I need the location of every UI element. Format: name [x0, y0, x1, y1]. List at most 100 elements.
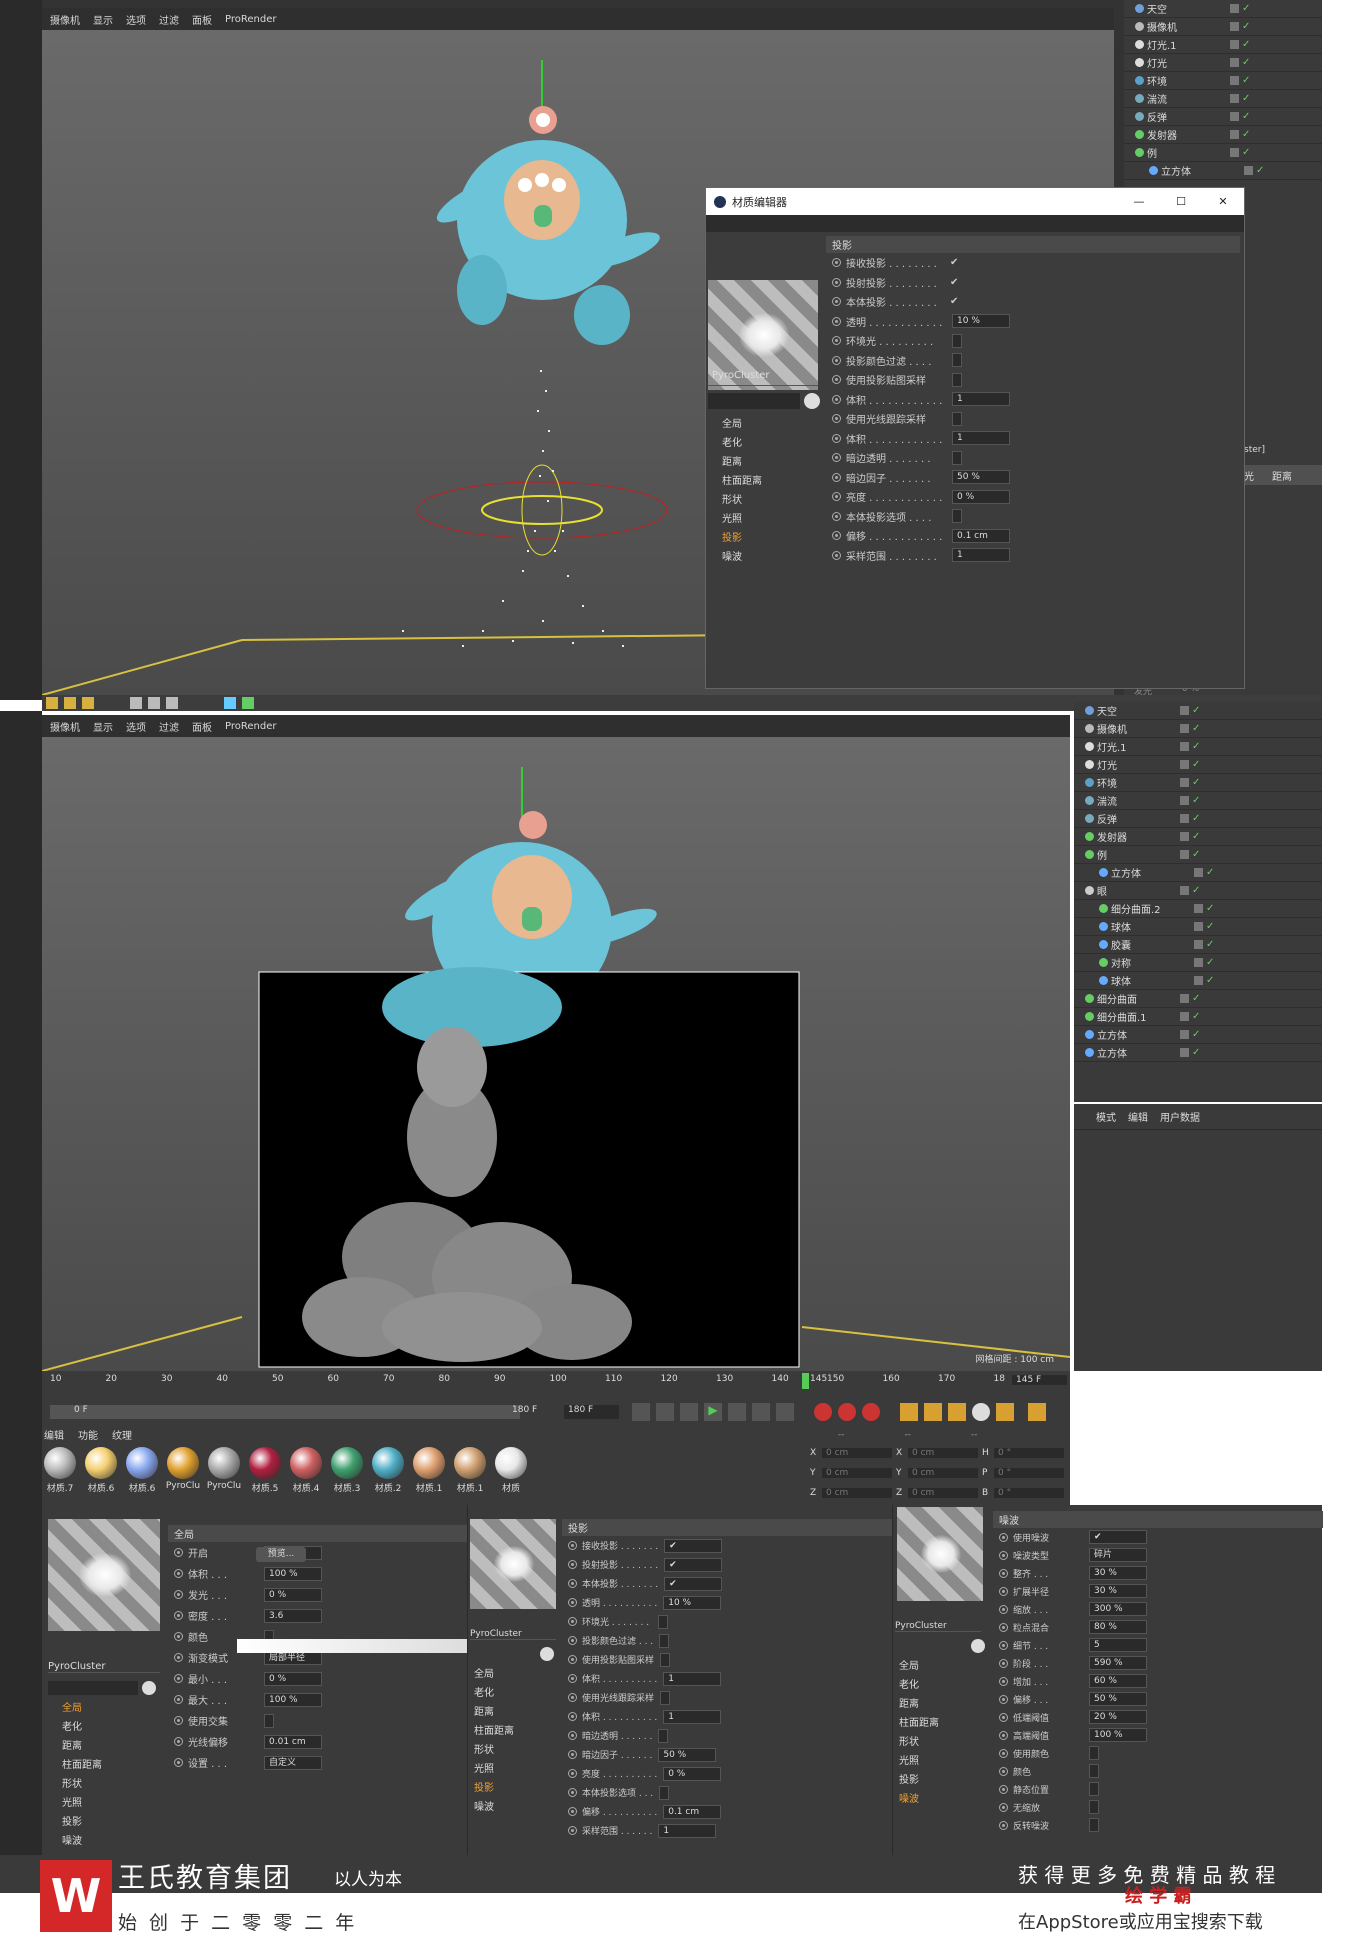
animate-radio-icon[interactable]	[174, 1611, 183, 1620]
visibility-icon[interactable]	[1230, 22, 1239, 31]
next-key-icon[interactable]	[752, 1403, 770, 1421]
param-value[interactable]: 50 %	[952, 470, 1010, 485]
param-value[interactable]: 100 %	[1089, 1728, 1147, 1742]
animate-radio-icon[interactable]	[832, 355, 841, 365]
coord-value[interactable]: 0 °	[994, 1448, 1064, 1458]
param-value[interactable]	[952, 450, 962, 465]
enabled-check-icon[interactable]: ✓	[1242, 93, 1250, 104]
channel-item[interactable]: 形状	[885, 1731, 985, 1750]
visibility-icon[interactable]	[1194, 922, 1203, 931]
enabled-check-icon[interactable]: ✓	[1242, 75, 1250, 86]
animate-radio-icon[interactable]	[568, 1712, 577, 1721]
animate-radio-icon[interactable]	[832, 472, 841, 482]
material-swatch[interactable]: 材质.3	[329, 1447, 365, 1494]
animate-radio-icon[interactable]	[568, 1636, 577, 1645]
enabled-check-icon[interactable]: ✓	[1242, 129, 1250, 140]
material-swatch[interactable]: 材质.7	[42, 1447, 78, 1494]
object-row[interactable]: 环境 ✓	[1124, 72, 1322, 90]
object-row[interactable]: 灯光.1 ✓	[1124, 36, 1322, 54]
tool-icon[interactable]	[148, 697, 160, 709]
channel-item[interactable]: 柱面距离	[708, 470, 820, 489]
enabled-check-icon[interactable]: ✓	[1192, 885, 1200, 896]
menu-camera[interactable]: 摄像机	[50, 12, 80, 27]
timeline[interactable]: 10 20 30 40 50 60 70 80 90 100 110 120 130 140 150 160 1…	[42, 1371, 1070, 1399]
param-value[interactable]: 5	[1089, 1638, 1147, 1652]
animate-radio-icon[interactable]	[568, 1598, 577, 1607]
color-gradient[interactable]	[237, 1639, 467, 1653]
animate-radio-icon[interactable]	[999, 1766, 1008, 1776]
minimize-icon[interactable]: —	[1118, 195, 1160, 208]
animate-radio-icon[interactable]	[832, 336, 841, 346]
param-value[interactable]: 10 %	[663, 1595, 722, 1610]
enabled-check-icon[interactable]: ✓	[1206, 975, 1214, 986]
channel-item[interactable]: 距离	[460, 1701, 560, 1720]
param-value[interactable]: 10 %	[952, 314, 1010, 329]
animate-radio-icon[interactable]	[174, 1569, 183, 1578]
enabled-check-icon[interactable]: ✓	[1242, 39, 1250, 50]
coord-value[interactable]: 0 cm	[822, 1488, 892, 1498]
channel-item[interactable]: 全局	[708, 413, 820, 432]
object-row[interactable]: 对称 ✓	[1074, 954, 1322, 972]
object-row[interactable]: 灯光 ✓	[1074, 756, 1322, 774]
animate-radio-icon[interactable]	[999, 1784, 1008, 1794]
menu-display[interactable]: 显示	[93, 719, 113, 734]
pick-icon[interactable]	[540, 1647, 554, 1661]
enabled-check-icon[interactable]: ✓	[1192, 705, 1200, 716]
go-end-icon[interactable]	[776, 1403, 794, 1421]
object-row[interactable]: 立方体 ✓	[1124, 162, 1322, 180]
param-value[interactable]	[1089, 1782, 1099, 1796]
param-value[interactable]	[952, 333, 962, 348]
param-value[interactable]	[660, 1690, 671, 1705]
param-value[interactable]: 碎片	[1089, 1548, 1147, 1562]
object-row[interactable]: 天空 ✓	[1074, 702, 1322, 720]
animate-radio-icon[interactable]	[999, 1730, 1008, 1740]
param-value[interactable]: ✔	[664, 1576, 723, 1591]
preview-button[interactable]: 预览...	[256, 1547, 306, 1562]
panel3-mat-name[interactable]: PyroCluster	[895, 1621, 981, 1632]
channel-item[interactable]: 全局	[460, 1663, 560, 1682]
param-value[interactable]: 80 %	[1089, 1620, 1147, 1634]
param-value[interactable]: 590 %	[1089, 1656, 1147, 1670]
param-key-icon[interactable]	[972, 1403, 990, 1421]
animate-radio-icon[interactable]	[568, 1788, 577, 1797]
menu-options[interactable]: 选项	[126, 12, 146, 27]
param-value[interactable]: 60 %	[1089, 1674, 1147, 1688]
param-value[interactable]	[658, 1614, 668, 1629]
param-value[interactable]: 0.1 cm	[663, 1804, 722, 1819]
animate-radio-icon[interactable]	[568, 1750, 577, 1759]
animate-radio-icon[interactable]	[174, 1758, 183, 1767]
object-row[interactable]: 细分曲面.1 ✓	[1074, 1008, 1322, 1026]
object-row[interactable]: 湍流 ✓	[1074, 792, 1322, 810]
visibility-icon[interactable]	[1194, 958, 1203, 967]
channel-item[interactable]: 距离	[885, 1693, 985, 1712]
timeline-marker[interactable]	[802, 1373, 809, 1389]
channel-item[interactable]: 投影	[885, 1769, 985, 1788]
object-row[interactable]: 发射器 ✓	[1124, 126, 1322, 144]
object-row[interactable]: 例 ✓	[1124, 144, 1322, 162]
visibility-icon[interactable]	[1180, 706, 1189, 715]
tool-icon[interactable]	[224, 697, 236, 709]
enabled-check-icon[interactable]: ✓	[1256, 165, 1264, 176]
material-swatch[interactable]: 材质.1	[411, 1447, 447, 1494]
coord-value[interactable]: 0 cm	[908, 1468, 978, 1478]
animate-radio-icon[interactable]	[832, 394, 841, 404]
object-row[interactable]: 发射器 ✓	[1074, 828, 1322, 846]
animate-radio-icon[interactable]	[568, 1655, 577, 1664]
param-value[interactable]: 0.01 cm	[264, 1734, 322, 1749]
animate-radio-icon[interactable]	[832, 453, 841, 463]
coord-value[interactable]: 0 °	[994, 1488, 1064, 1498]
channel-item[interactable]: 柱面距离	[885, 1712, 985, 1731]
enabled-check-icon[interactable]: ✓	[1242, 57, 1250, 68]
param-value[interactable]	[952, 411, 962, 426]
mat-menu-edit[interactable]: 编辑	[44, 1427, 64, 1443]
animate-radio-icon[interactable]	[999, 1748, 1008, 1758]
animate-radio-icon[interactable]	[568, 1807, 577, 1816]
animate-radio-icon[interactable]	[832, 492, 841, 502]
animate-radio-icon[interactable]	[832, 433, 841, 443]
visibility-icon[interactable]	[1194, 940, 1203, 949]
enabled-check-icon[interactable]: ✓	[1192, 759, 1200, 770]
animate-radio-icon[interactable]	[568, 1674, 577, 1683]
param-value[interactable]: ✔	[664, 1538, 723, 1553]
visibility-icon[interactable]	[1180, 1030, 1189, 1039]
move-key-icon[interactable]	[900, 1403, 918, 1421]
